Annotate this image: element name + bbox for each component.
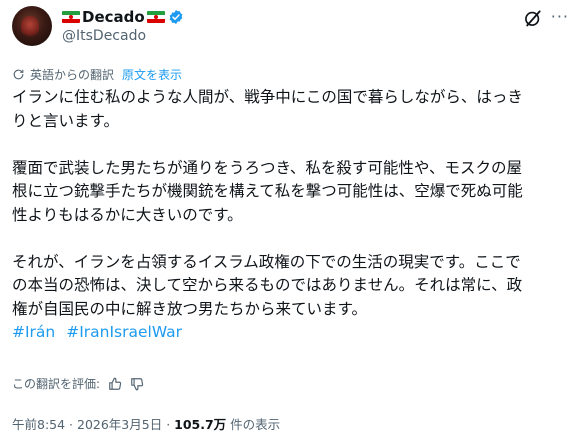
avatar[interactable] xyxy=(12,6,52,46)
show-original-link[interactable]: 原文を表示 xyxy=(122,66,182,83)
grok-icon[interactable] xyxy=(523,8,543,28)
tweet-time[interactable]: 午前8:54 xyxy=(12,417,65,432)
thumbs-up-icon[interactable] xyxy=(108,377,122,391)
tweet-line: 根に立つ銃撃手たちが機関銃を構えて私を撃つ可能性は、空爆で死ぬ可能 xyxy=(12,182,523,200)
display-name-row[interactable]: Decado xyxy=(62,8,184,26)
tweet-line: 覆面で武装した男たちが通りをうろつき、私を殺す可能性や、モスクの屋 xyxy=(12,158,522,177)
rate-translation-label: この翻訳を評価: xyxy=(12,377,101,391)
meta-separator: · xyxy=(65,417,77,432)
tweet-line: りと言います。 xyxy=(12,111,119,130)
rate-translation: この翻訳を評価: xyxy=(12,375,144,392)
hashtag-row: #Irán #IranIsraelWar xyxy=(12,321,572,345)
tweet-line: それが、イランを占領するイスラム政権の下での生活の現実です。ここで xyxy=(12,252,521,271)
display-name[interactable]: Decado xyxy=(82,8,145,26)
tweet-header: Decado @ItsDecado ··· xyxy=(12,6,569,48)
tweet-meta: 午前8:54 · 2026年3月5日 · 105.7万 件の表示 xyxy=(12,414,280,433)
iran-flag-icon xyxy=(62,11,80,23)
user-handle[interactable]: @ItsDecado xyxy=(62,28,146,44)
iran-flag-icon xyxy=(146,11,165,23)
views-label: 件の表示 xyxy=(226,417,281,432)
translation-label: 英語からの翻訳 xyxy=(30,68,115,82)
tweet-text: イランに住む私のような人間が、戦争中にこの国で暮らしながら、はっき りと言います… xyxy=(12,86,572,345)
more-options-icon[interactable]: ··· xyxy=(551,9,569,25)
views-count: 105.7万 xyxy=(174,417,227,432)
thumbs-down-icon[interactable] xyxy=(130,377,144,391)
tweet-line: イランに住む私のような人間が、戦争中にこの国で暮らしながら、はっき xyxy=(12,88,523,106)
hashtag-link[interactable]: #IranIsraelWar xyxy=(66,323,182,341)
tweet-line: の本当の恐怖は、決して空から来るものではありません。それは常に、政 xyxy=(12,276,523,294)
tweet-line: 性よりもはるかに大きいのです。 xyxy=(12,205,243,224)
verified-badge-icon xyxy=(169,10,183,24)
meta-separator: · xyxy=(162,417,175,432)
tweet-date[interactable]: 2026年3月5日 xyxy=(77,417,162,432)
translate-icon xyxy=(13,69,24,80)
hashtag-link[interactable]: #Irán xyxy=(12,323,55,341)
translation-notice: 英語からの翻訳 原文を表示 xyxy=(12,66,182,83)
tweet-line: 権が自国民の中に解き放つ男たちから来ています。 xyxy=(12,299,367,318)
